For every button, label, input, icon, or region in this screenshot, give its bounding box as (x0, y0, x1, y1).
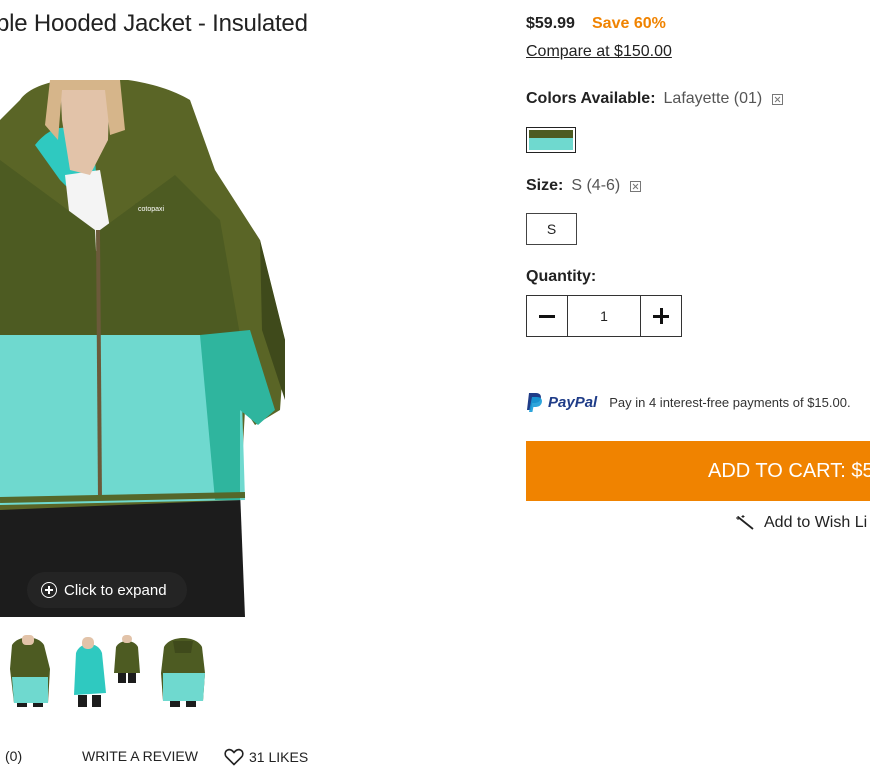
swatch-fill (529, 130, 573, 150)
sale-price: $59.99 (526, 15, 575, 32)
magic-wand-icon (736, 515, 754, 530)
size-value: S (4-6) (571, 177, 621, 194)
quantity-label: Quantity: (526, 268, 597, 285)
add-to-cart-button[interactable]: ADD TO CART: $59 (526, 441, 870, 501)
quantity-stepper: 1 (526, 295, 682, 337)
thumbnail-1[interactable] (0, 633, 58, 707)
expand-label: Click to expand (64, 581, 167, 599)
click-to-expand-button[interactable]: Click to expand (27, 572, 187, 608)
plus-icon (653, 308, 669, 324)
clear-size-icon[interactable] (630, 180, 642, 192)
size-label: Size: (526, 177, 564, 194)
colors-label: Colors Available: (526, 90, 656, 107)
svg-text:cotopaxi: cotopaxi (138, 206, 165, 213)
save-badge: Save 60% (592, 15, 666, 32)
jacket-illustration: cotopaxi (0, 80, 285, 617)
write-review-link[interactable]: WRITE A REVIEW (82, 748, 198, 764)
size-row: Size: S (4-6) (526, 177, 642, 195)
thumbnail-2-image (74, 635, 140, 707)
colors-row: Colors Available: Lafayette (01) (526, 90, 784, 108)
paypal-logo-text: PayPal (548, 394, 598, 411)
plus-circle-icon (41, 582, 57, 598)
color-swatch-lafayette[interactable] (526, 127, 576, 153)
paypal-icon (527, 393, 542, 412)
wishlist-label: Add to Wish Li (764, 514, 868, 531)
quantity-input[interactable]: 1 (568, 295, 640, 337)
likes-button[interactable]: 31 LIKES (224, 748, 308, 766)
add-to-wishlist-link[interactable]: Add to Wish Li (736, 514, 867, 532)
clear-color-icon[interactable] (772, 93, 784, 105)
thumbnail-3[interactable] (158, 633, 208, 707)
thumbnail-3-image (161, 638, 205, 707)
paypal-message: Pay in 4 interest-free payments of $15.0… (609, 395, 851, 410)
paypal-pay-in-4[interactable]: PayPal Pay in 4 interest-free payments o… (526, 393, 851, 412)
product-title: ble Hooded Jacket - Insulated (0, 10, 308, 37)
likes-count: 31 LIKES (249, 749, 309, 765)
minus-icon (539, 314, 555, 318)
product-image-main[interactable]: cotopaxi (0, 80, 285, 617)
compare-price-link[interactable]: Compare at $150.00 (526, 43, 672, 61)
thumbnail-2[interactable] (72, 633, 144, 707)
thumbnail-1-image (10, 635, 50, 707)
increase-quantity-button[interactable] (640, 295, 682, 337)
heart-icon (224, 748, 244, 766)
review-count[interactable]: (0) (5, 748, 22, 764)
size-option-s[interactable]: S (526, 213, 577, 245)
decrease-quantity-button[interactable] (526, 295, 568, 337)
colors-value: Lafayette (01) (663, 90, 763, 107)
